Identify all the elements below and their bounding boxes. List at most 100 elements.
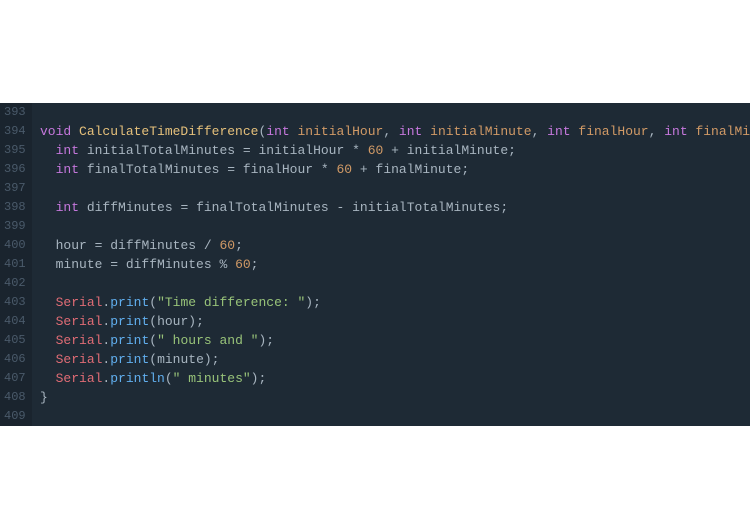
code-token: Serial bbox=[56, 352, 103, 367]
code-token: finalMinute bbox=[376, 162, 462, 177]
code-token: CalculateTimeDifference bbox=[79, 124, 258, 139]
code-line[interactable]: hour = diffMinutes / 60; bbox=[40, 236, 750, 255]
code-token: Serial bbox=[56, 314, 103, 329]
code-token: 60 bbox=[368, 143, 391, 158]
line-number: 403 bbox=[4, 293, 24, 312]
code-token: diffMinutes bbox=[110, 238, 204, 253]
code-token: ( bbox=[149, 352, 157, 367]
code-editor[interactable]: 3933943953963973983994004014024034044054… bbox=[0, 103, 750, 426]
code-line[interactable]: Serial.print("Time difference: "); bbox=[40, 293, 750, 312]
code-token: Serial bbox=[56, 371, 103, 386]
code-token: initialTotalMinutes bbox=[87, 143, 243, 158]
code-token: ( bbox=[165, 371, 173, 386]
code-token: int bbox=[56, 162, 87, 177]
code-token bbox=[40, 200, 56, 215]
code-line[interactable] bbox=[40, 217, 750, 236]
line-number: 393 bbox=[4, 103, 24, 122]
code-token: int bbox=[56, 143, 87, 158]
line-number: 395 bbox=[4, 141, 24, 160]
code-token: ( bbox=[149, 314, 157, 329]
code-token: finalTotalMinutes bbox=[87, 162, 227, 177]
code-token: , bbox=[383, 124, 399, 139]
line-number: 397 bbox=[4, 179, 24, 198]
code-token: + bbox=[360, 162, 376, 177]
line-number: 404 bbox=[4, 312, 24, 331]
code-token: print bbox=[110, 333, 149, 348]
code-content[interactable]: void CalculateTimeDifference ( int initial… bbox=[32, 103, 750, 426]
code-token: = bbox=[95, 238, 111, 253]
line-number: 402 bbox=[4, 274, 24, 293]
line-number: 407 bbox=[4, 369, 24, 388]
code-line[interactable]: Serial.print(hour); bbox=[40, 312, 750, 331]
line-number: 409 bbox=[4, 407, 24, 426]
code-token: - bbox=[337, 200, 353, 215]
line-number: 399 bbox=[4, 217, 24, 236]
line-number: 396 bbox=[4, 160, 24, 179]
code-line[interactable]: Serial.println(" minutes"); bbox=[40, 369, 750, 388]
code-token: ); bbox=[251, 371, 267, 386]
code-token: finalHour bbox=[578, 124, 648, 139]
code-token: initialMinute bbox=[407, 143, 508, 158]
code-token bbox=[40, 295, 56, 310]
code-token: " minutes" bbox=[173, 371, 251, 386]
code-token: "Time difference: " bbox=[157, 295, 305, 310]
code-token: / bbox=[204, 238, 220, 253]
code-token: * bbox=[321, 162, 337, 177]
code-token: , bbox=[649, 124, 665, 139]
code-token bbox=[40, 371, 56, 386]
code-token: = bbox=[180, 200, 196, 215]
code-token: initialHour bbox=[258, 143, 352, 158]
code-line[interactable]: int diffMinutes = finalTotalMinutes - in… bbox=[40, 198, 750, 217]
code-token: ; bbox=[500, 200, 508, 215]
code-token: hour bbox=[56, 238, 95, 253]
code-token: = bbox=[243, 143, 259, 158]
code-token bbox=[40, 238, 56, 253]
code-line[interactable] bbox=[40, 274, 750, 293]
line-number: 405 bbox=[4, 331, 24, 350]
code-token: , bbox=[532, 124, 548, 139]
code-token: ( bbox=[149, 295, 157, 310]
code-token: int bbox=[56, 200, 87, 215]
code-token: print bbox=[110, 295, 149, 310]
code-token: println bbox=[110, 371, 165, 386]
code-line[interactable]: int finalTotalMinutes = finalHour * 60 +… bbox=[40, 160, 750, 179]
code-token: } bbox=[40, 390, 48, 405]
code-token: ); bbox=[258, 333, 274, 348]
code-token bbox=[40, 333, 56, 348]
code-token: initialHour bbox=[297, 124, 383, 139]
code-line[interactable]: Serial.print(minute); bbox=[40, 350, 750, 369]
code-token bbox=[40, 314, 56, 329]
code-line[interactable] bbox=[40, 179, 750, 198]
top-blank-area bbox=[0, 0, 750, 103]
code-token: Serial bbox=[56, 295, 103, 310]
code-token bbox=[40, 162, 56, 177]
code-token: void bbox=[40, 124, 79, 139]
code-token: print bbox=[110, 314, 149, 329]
code-token: + bbox=[391, 143, 407, 158]
code-line[interactable]: } bbox=[40, 388, 750, 407]
code-line[interactable] bbox=[40, 103, 750, 122]
line-number: 401 bbox=[4, 255, 24, 274]
code-line[interactable]: minute = diffMinutes % 60; bbox=[40, 255, 750, 274]
code-token: % bbox=[219, 257, 235, 272]
line-number: 406 bbox=[4, 350, 24, 369]
code-token: initialTotalMinutes bbox=[352, 200, 500, 215]
code-token: Serial bbox=[56, 333, 103, 348]
code-token: int bbox=[664, 124, 695, 139]
code-token: ; bbox=[461, 162, 469, 177]
code-token: 60 bbox=[235, 257, 251, 272]
code-token: " hours and " bbox=[157, 333, 258, 348]
code-line[interactable]: void CalculateTimeDifference(int initial… bbox=[40, 122, 750, 141]
code-token: 60 bbox=[337, 162, 360, 177]
code-line[interactable]: Serial.print(" hours and "); bbox=[40, 331, 750, 350]
code-token: hour bbox=[157, 314, 188, 329]
code-token: ); bbox=[305, 295, 321, 310]
code-token: diffMinutes bbox=[87, 200, 181, 215]
code-token: = bbox=[227, 162, 243, 177]
code-token: minute bbox=[157, 352, 204, 367]
code-line[interactable] bbox=[40, 407, 750, 426]
bottom-blank-area bbox=[0, 426, 750, 506]
code-token: = bbox=[110, 257, 126, 272]
line-number: 394 bbox=[4, 122, 24, 141]
code-line[interactable]: int initialTotalMinutes = initialHour * … bbox=[40, 141, 750, 160]
